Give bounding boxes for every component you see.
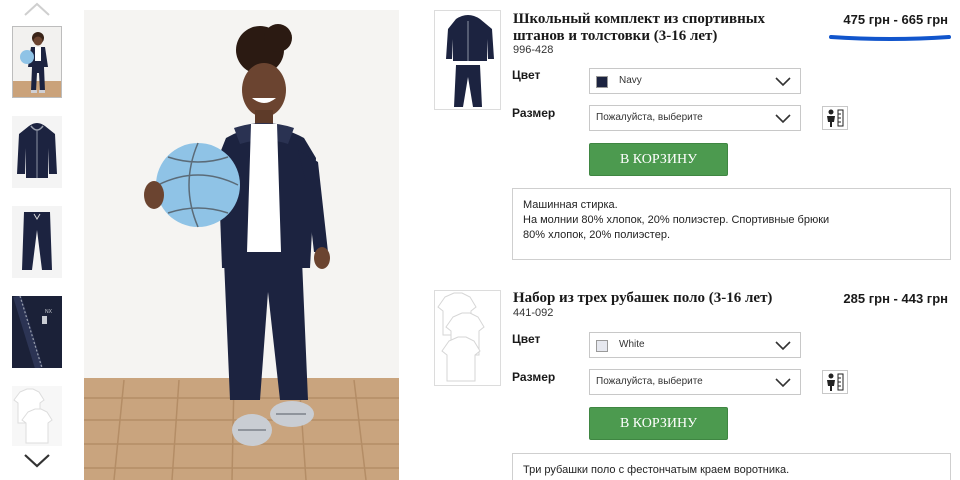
price-underline-mark [829, 35, 951, 41]
product-1-description: Машинная стирка. На молнии 80% хлопок, 2… [512, 188, 951, 260]
product-1-size-value: Пожалуйста, выберите [596, 112, 703, 123]
product-2-size-select[interactable]: Пожалуйста, выберите [589, 369, 801, 395]
product-2-color-select[interactable]: White [589, 332, 801, 358]
product-1-image[interactable] [434, 10, 501, 110]
size-guide-icon[interactable] [822, 106, 848, 130]
product-1-desc-line1: Машинная стирка. [523, 199, 618, 211]
product-2-code: 441-092 [513, 307, 554, 319]
product-2-color-value: White [619, 339, 645, 350]
thumbnail-kid-outfit[interactable] [12, 26, 62, 98]
product-1-price: 475 грн - 665 грн [843, 12, 948, 27]
thumbnail-zip-hoodie[interactable] [12, 116, 62, 188]
product-1-size-label: Размер [512, 106, 556, 120]
product-2-title[interactable]: Набор из трех рубашек поло (3-16 лет) [513, 290, 772, 307]
thumbnails-down-arrow-icon[interactable] [22, 452, 52, 470]
product-1-code: 996-428 [513, 44, 554, 56]
thumbnail-white-polos[interactable] [12, 386, 62, 446]
chevron-down-icon [775, 114, 791, 124]
product-2-image[interactable] [434, 290, 501, 386]
product-2-color-label: Цвет [512, 332, 541, 346]
color-swatch-navy [596, 76, 608, 88]
product-2-description: Три рубашки поло с фестончатым краем вор… [512, 453, 951, 480]
product-1-desc-line3: 80% хлопок, 20% полиэстер. [523, 229, 671, 241]
product-1-color-value: Navy [619, 75, 642, 86]
svg-text:NX: NX [45, 309, 53, 315]
size-guide-icon[interactable] [822, 370, 848, 394]
product-2-add-to-cart-button[interactable]: В КОРЗИНУ [589, 407, 728, 440]
color-swatch-white [596, 340, 608, 352]
thumbnail-strip: NX [0, 0, 72, 480]
thumbnail-zipper-detail[interactable]: NX [12, 296, 62, 368]
product-1-size-select[interactable]: Пожалуйста, выберите [589, 105, 801, 131]
product-1-desc-line2: На молнии 80% хлопок, 20% полиэстер. Спо… [523, 214, 830, 226]
product-2-size-value: Пожалуйста, выберите [596, 376, 703, 387]
product-2-size-label: Размер [512, 370, 556, 384]
product-2-desc-line1: Три рубашки поло с фестончатым краем вор… [523, 464, 790, 476]
product-1-color-label: Цвет [512, 68, 541, 82]
product-2-price: 285 грн - 443 грн [843, 291, 948, 306]
main-product-image [84, 10, 399, 480]
product-1-color-select[interactable]: Navy [589, 68, 801, 94]
thumbnails-up-arrow-icon[interactable] [22, 0, 52, 18]
chevron-down-icon [775, 378, 791, 388]
product-1-add-to-cart-button[interactable]: В КОРЗИНУ [589, 143, 728, 176]
product-1-title[interactable]: Школьный комплект из спортивных штанов и… [513, 11, 765, 45]
product-1-title-line2: штанов и толстовки (3-16 лет) [513, 28, 718, 44]
product-1-title-line1: Школьный комплект из спортивных [513, 11, 765, 27]
chevron-down-icon [775, 77, 791, 87]
chevron-down-icon [775, 341, 791, 351]
thumbnail-joggers[interactable] [12, 206, 62, 278]
